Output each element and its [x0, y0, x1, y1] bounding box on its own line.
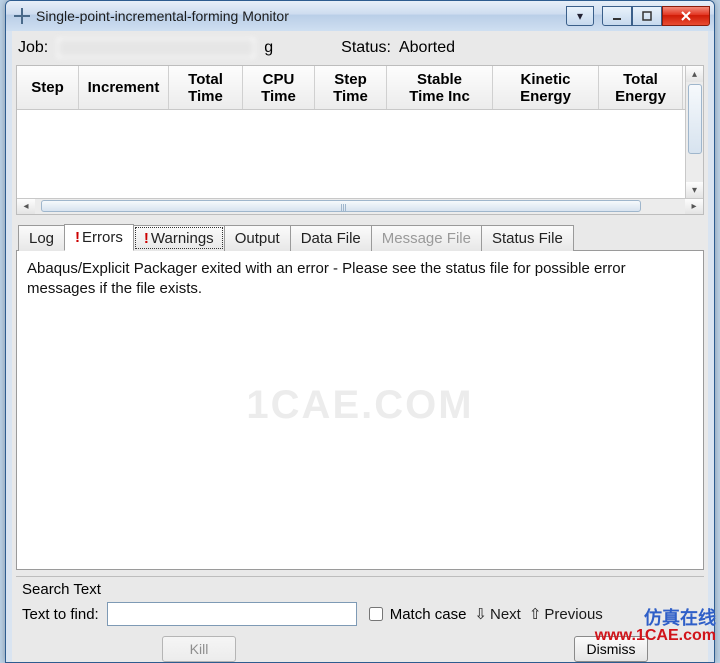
tab-label: Warnings	[151, 230, 214, 247]
tab-log[interactable]: Log	[18, 225, 65, 251]
job-value-redacted	[56, 37, 256, 59]
tab-errors[interactable]: !Errors	[64, 224, 134, 251]
search-section-label: Search Text	[22, 581, 700, 598]
find-previous-label: Previous	[544, 606, 602, 623]
table-header: StepIncrementTotal TimeCPU TimeStep Time…	[17, 66, 703, 110]
alert-bang-icon: !	[144, 230, 149, 247]
tab-label: Output	[235, 230, 280, 247]
alert-bang-icon: !	[75, 229, 80, 246]
find-next-button[interactable]: ⇩ Next	[474, 605, 520, 623]
column-header[interactable]: Total Energy	[599, 66, 683, 109]
column-header[interactable]: Stable Time Inc	[387, 66, 493, 109]
status-value: Aborted	[399, 39, 455, 57]
maximize-button[interactable]	[632, 6, 662, 26]
hscroll-thumb[interactable]	[41, 200, 641, 212]
match-case-label: Match case	[390, 606, 467, 623]
column-header[interactable]: CPU Time	[243, 66, 315, 109]
footer-buttons: Kill Dismiss	[12, 628, 708, 662]
match-case-checkbox[interactable]: Match case	[365, 604, 467, 624]
column-header[interactable]: Total Time	[169, 66, 243, 109]
column-header[interactable]: Increment	[79, 66, 169, 109]
dismiss-button-label: Dismiss	[587, 641, 636, 657]
tab-label: Log	[29, 230, 54, 247]
scroll-down-arrow-icon[interactable]: ▾	[686, 182, 703, 198]
column-header[interactable]: Step Time	[315, 66, 387, 109]
kill-button[interactable]: Kill	[162, 636, 236, 662]
tab-label: Data File	[301, 230, 361, 247]
watermark-text: 1CAE.COM	[17, 378, 703, 432]
tab-label: Errors	[82, 229, 123, 246]
monitor-window: Single-point-incremental-forming Monitor…	[5, 0, 715, 663]
status-label: Status:	[341, 39, 391, 57]
error-message-text: Abaqus/Explicit Packager exited with an …	[27, 260, 626, 297]
app-icon	[14, 8, 30, 24]
find-previous-button[interactable]: ⇧ Previous	[529, 605, 603, 623]
window-dropdown-button[interactable]: ▾	[566, 6, 594, 26]
tab-msgfile: Message File	[371, 225, 482, 251]
horizontal-scrollbar[interactable]: ◂ ▸	[17, 198, 703, 214]
scroll-left-arrow-icon[interactable]: ◂	[17, 199, 35, 214]
scroll-right-arrow-icon[interactable]: ▸	[685, 199, 703, 214]
client-area: Job: g Status: Aborted StepIncrementTota…	[12, 31, 708, 662]
scroll-up-arrow-icon[interactable]: ▴	[686, 66, 703, 82]
tab-bar: Log!Errors!WarningsOutputData FileMessag…	[16, 223, 704, 251]
window-title: Single-point-incremental-forming Monitor	[36, 8, 566, 24]
arrow-down-icon: ⇩	[474, 605, 487, 623]
vertical-scrollbar[interactable]: ▴ ▾	[685, 66, 703, 198]
tab-label: Message File	[382, 230, 471, 247]
minimize-button[interactable]	[602, 6, 632, 26]
tab-datafile[interactable]: Data File	[290, 225, 372, 251]
tab-statusfile[interactable]: Status File	[481, 225, 574, 251]
find-input[interactable]	[107, 602, 357, 626]
info-row: Job: g Status: Aborted	[12, 33, 708, 65]
job-label: Job:	[18, 39, 48, 57]
find-label: Text to find:	[22, 606, 99, 623]
tab-label: Status File	[492, 230, 563, 247]
find-next-label: Next	[490, 606, 521, 623]
close-button[interactable]	[662, 6, 710, 26]
titlebar[interactable]: Single-point-incremental-forming Monitor…	[6, 1, 714, 31]
arrow-up-icon: ⇧	[529, 605, 542, 623]
tab-content-errors[interactable]: Abaqus/Explicit Packager exited with an …	[16, 251, 704, 570]
dismiss-button[interactable]: Dismiss	[574, 636, 648, 662]
vscroll-thumb[interactable]	[688, 84, 702, 154]
window-controls: ▾	[566, 6, 710, 26]
match-case-input[interactable]	[369, 607, 383, 621]
tab-output[interactable]: Output	[224, 225, 291, 251]
hscroll-track[interactable]	[35, 199, 685, 214]
results-table: StepIncrementTotal TimeCPU TimeStep Time…	[16, 65, 704, 215]
search-section: Search Text Text to find: Match case ⇩ N…	[16, 576, 704, 628]
column-header[interactable]: Kinetic Energy	[493, 66, 599, 109]
column-header[interactable]: Step	[17, 66, 79, 109]
tab-warnings[interactable]: !Warnings	[133, 225, 225, 251]
job-value-tail: g	[264, 39, 273, 57]
kill-button-label: Kill	[190, 641, 209, 657]
